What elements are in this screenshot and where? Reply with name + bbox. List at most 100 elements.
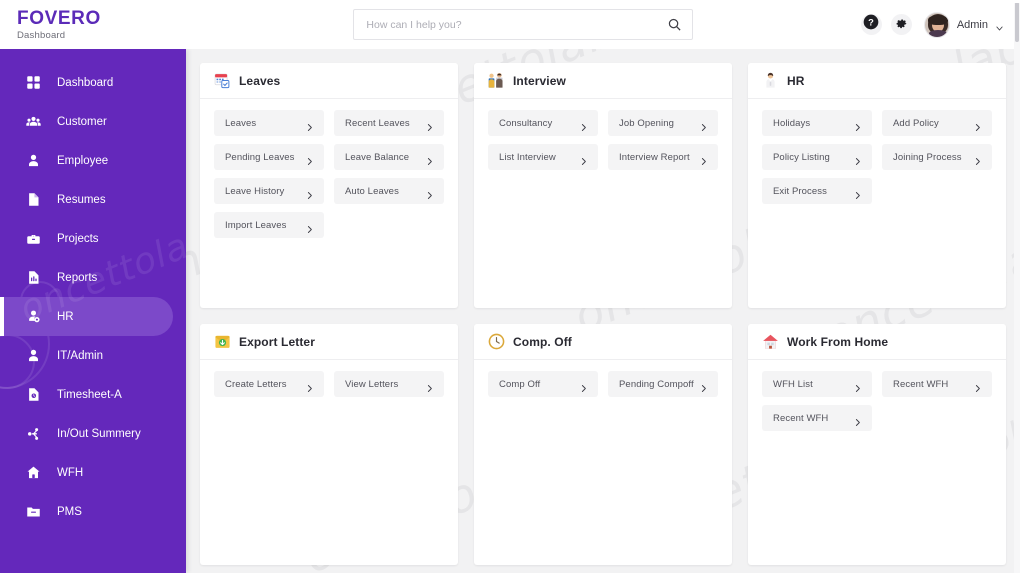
sidebar-item-employee[interactable]: Employee: [0, 141, 186, 180]
sidebar-item-dashboard[interactable]: Dashboard: [0, 63, 186, 102]
card-export-letter: Export Letter Create Letters View Letters: [200, 324, 458, 565]
card-comp-off: Comp. Off Comp Off Pending Compoff: [474, 324, 732, 565]
sidebar-item-projects[interactable]: Projects: [0, 219, 186, 258]
card-body: Comp Off Pending Compoff: [474, 360, 732, 565]
search-icon[interactable]: [667, 17, 682, 32]
sidebar-item-in-out-summery[interactable]: In/Out Summery: [0, 414, 186, 453]
chevron-down-icon[interactable]: [995, 20, 1004, 31]
card-header: Leaves: [200, 63, 458, 99]
menu-item[interactable]: Pending Compoff: [608, 371, 718, 397]
user-badge-icon: [26, 309, 41, 324]
clock-icon: [488, 333, 505, 350]
sidebar-item-label: Resumes: [57, 193, 106, 206]
chevron-right-icon: [853, 414, 862, 426]
top-bar: FOVERO Dashboard ?: [0, 0, 1020, 49]
card-header: Work From Home: [748, 324, 1006, 360]
document-icon: [26, 192, 41, 207]
brand-name: FOVERO: [17, 7, 101, 29]
chevron-right-icon: [425, 380, 434, 392]
card-interview: Interview Consultancy Job Opening List Inte…: [474, 63, 732, 308]
card-header: Comp. Off: [474, 324, 732, 360]
chevron-right-icon: [973, 380, 982, 392]
menu-item[interactable]: Leave Balance: [334, 144, 444, 170]
search-area: [186, 9, 861, 40]
menu-item-label: Auto Leaves: [345, 185, 399, 197]
menu-item[interactable]: Auto Leaves: [334, 178, 444, 204]
menu-item[interactable]: Pending Leaves: [214, 144, 324, 170]
scrollbar-track[interactable]: [1014, 0, 1020, 573]
brand-logo[interactable]: FOVERO Dashboard: [0, 7, 186, 41]
menu-item[interactable]: Joining Process: [882, 144, 992, 170]
sidebar-item-label: Customer: [57, 115, 107, 128]
chevron-right-icon: [425, 187, 434, 199]
menu-item[interactable]: Leave History: [214, 178, 324, 204]
menu-item[interactable]: Recent Leaves: [334, 110, 444, 136]
menu-item-label: Pending Compoff: [619, 378, 694, 390]
menu-item[interactable]: Import Leaves: [214, 212, 324, 238]
user-icon: [26, 153, 41, 168]
menu-item-label: Import Leaves: [225, 219, 287, 231]
card-body: Create Letters View Letters: [200, 360, 458, 565]
menu-item-label: WFH List: [773, 378, 813, 390]
sidebar-item-customer[interactable]: Customer: [0, 102, 186, 141]
sidebar-item-label: Projects: [57, 232, 99, 245]
menu-item[interactable]: Exit Process: [762, 178, 872, 204]
chevron-right-icon: [305, 187, 314, 199]
menu-item[interactable]: WFH List: [762, 371, 872, 397]
brand-subtitle: Dashboard: [17, 29, 66, 41]
sidebar-item-label: Dashboard: [57, 76, 114, 89]
card-work-from-home: Work From Home WFH List Recent WFH Recent W…: [748, 324, 1006, 565]
sidebar-items: Dashboard Customer Employee Resumes Projects…: [0, 63, 186, 531]
menu-item[interactable]: Job Opening: [608, 110, 718, 136]
menu-item[interactable]: Add Policy: [882, 110, 992, 136]
menu-item[interactable]: Consultancy: [488, 110, 598, 136]
chevron-right-icon: [853, 187, 862, 199]
sidebar-item-label: In/Out Summery: [57, 427, 141, 440]
menu-item[interactable]: Recent WFH: [882, 371, 992, 397]
menu-item[interactable]: Comp Off: [488, 371, 598, 397]
card-body: Leaves Recent Leaves Pending Leaves Leave B…: [200, 99, 458, 308]
chevron-right-icon: [425, 153, 434, 165]
menu-item[interactable]: Leaves: [214, 110, 324, 136]
card-body: WFH List Recent WFH Recent WFH: [748, 360, 1006, 565]
user-menu[interactable]: Admin: [923, 11, 1004, 38]
card-grid: Leaves Leaves Recent Leaves Pending Leaves L…: [200, 63, 1006, 565]
search-box[interactable]: [353, 9, 694, 40]
sidebar-item-pms[interactable]: PMS: [0, 492, 186, 531]
scrollbar-thumb[interactable]: [1015, 2, 1019, 42]
sidebar-item-label: Reports: [57, 271, 98, 284]
menu-item[interactable]: Policy Listing: [762, 144, 872, 170]
grid-icon: [26, 75, 41, 90]
help-icon: ?: [863, 14, 879, 35]
settings-button[interactable]: [890, 14, 912, 35]
sidebar-item-resumes[interactable]: Resumes: [0, 180, 186, 219]
menu-list: WFH List Recent WFH Recent WFH: [762, 371, 992, 431]
menu-item-label: Job Opening: [619, 117, 674, 129]
sidebar-item-hr[interactable]: HR: [0, 297, 173, 336]
menu-item[interactable]: Create Letters: [214, 371, 324, 397]
timesheet-icon: [26, 387, 41, 402]
card-header: Interview: [474, 63, 732, 99]
help-button[interactable]: ?: [860, 14, 882, 35]
sidebar-item-reports[interactable]: Reports: [0, 258, 186, 297]
menu-item[interactable]: Holidays: [762, 110, 872, 136]
card-body: Consultancy Job Opening List Interview Inte…: [474, 99, 732, 308]
menu-list: Holidays Add Policy Policy Listing Joining …: [762, 110, 992, 204]
chevron-right-icon: [853, 380, 862, 392]
search-input[interactable]: [366, 18, 668, 31]
menu-item-label: Policy Listing: [773, 151, 830, 163]
sidebar-item-label: WFH: [57, 466, 84, 479]
menu-item[interactable]: View Letters: [334, 371, 444, 397]
menu-item[interactable]: Recent WFH: [762, 405, 872, 431]
chevron-right-icon: [579, 153, 588, 165]
menu-item-label: Comp Off: [499, 378, 541, 390]
card-title: Export Letter: [239, 334, 315, 349]
users-icon: [26, 114, 41, 129]
sidebar-item-timesheet-a[interactable]: Timesheet-A: [0, 375, 186, 414]
sidebar-item-label: Timesheet-A: [57, 388, 122, 401]
menu-item[interactable]: Interview Report: [608, 144, 718, 170]
sidebar-item-wfh[interactable]: WFH: [0, 453, 186, 492]
user-name: Admin: [956, 18, 988, 31]
sidebar-item-it-admin[interactable]: IT/Admin: [0, 336, 186, 375]
menu-item[interactable]: List Interview: [488, 144, 598, 170]
